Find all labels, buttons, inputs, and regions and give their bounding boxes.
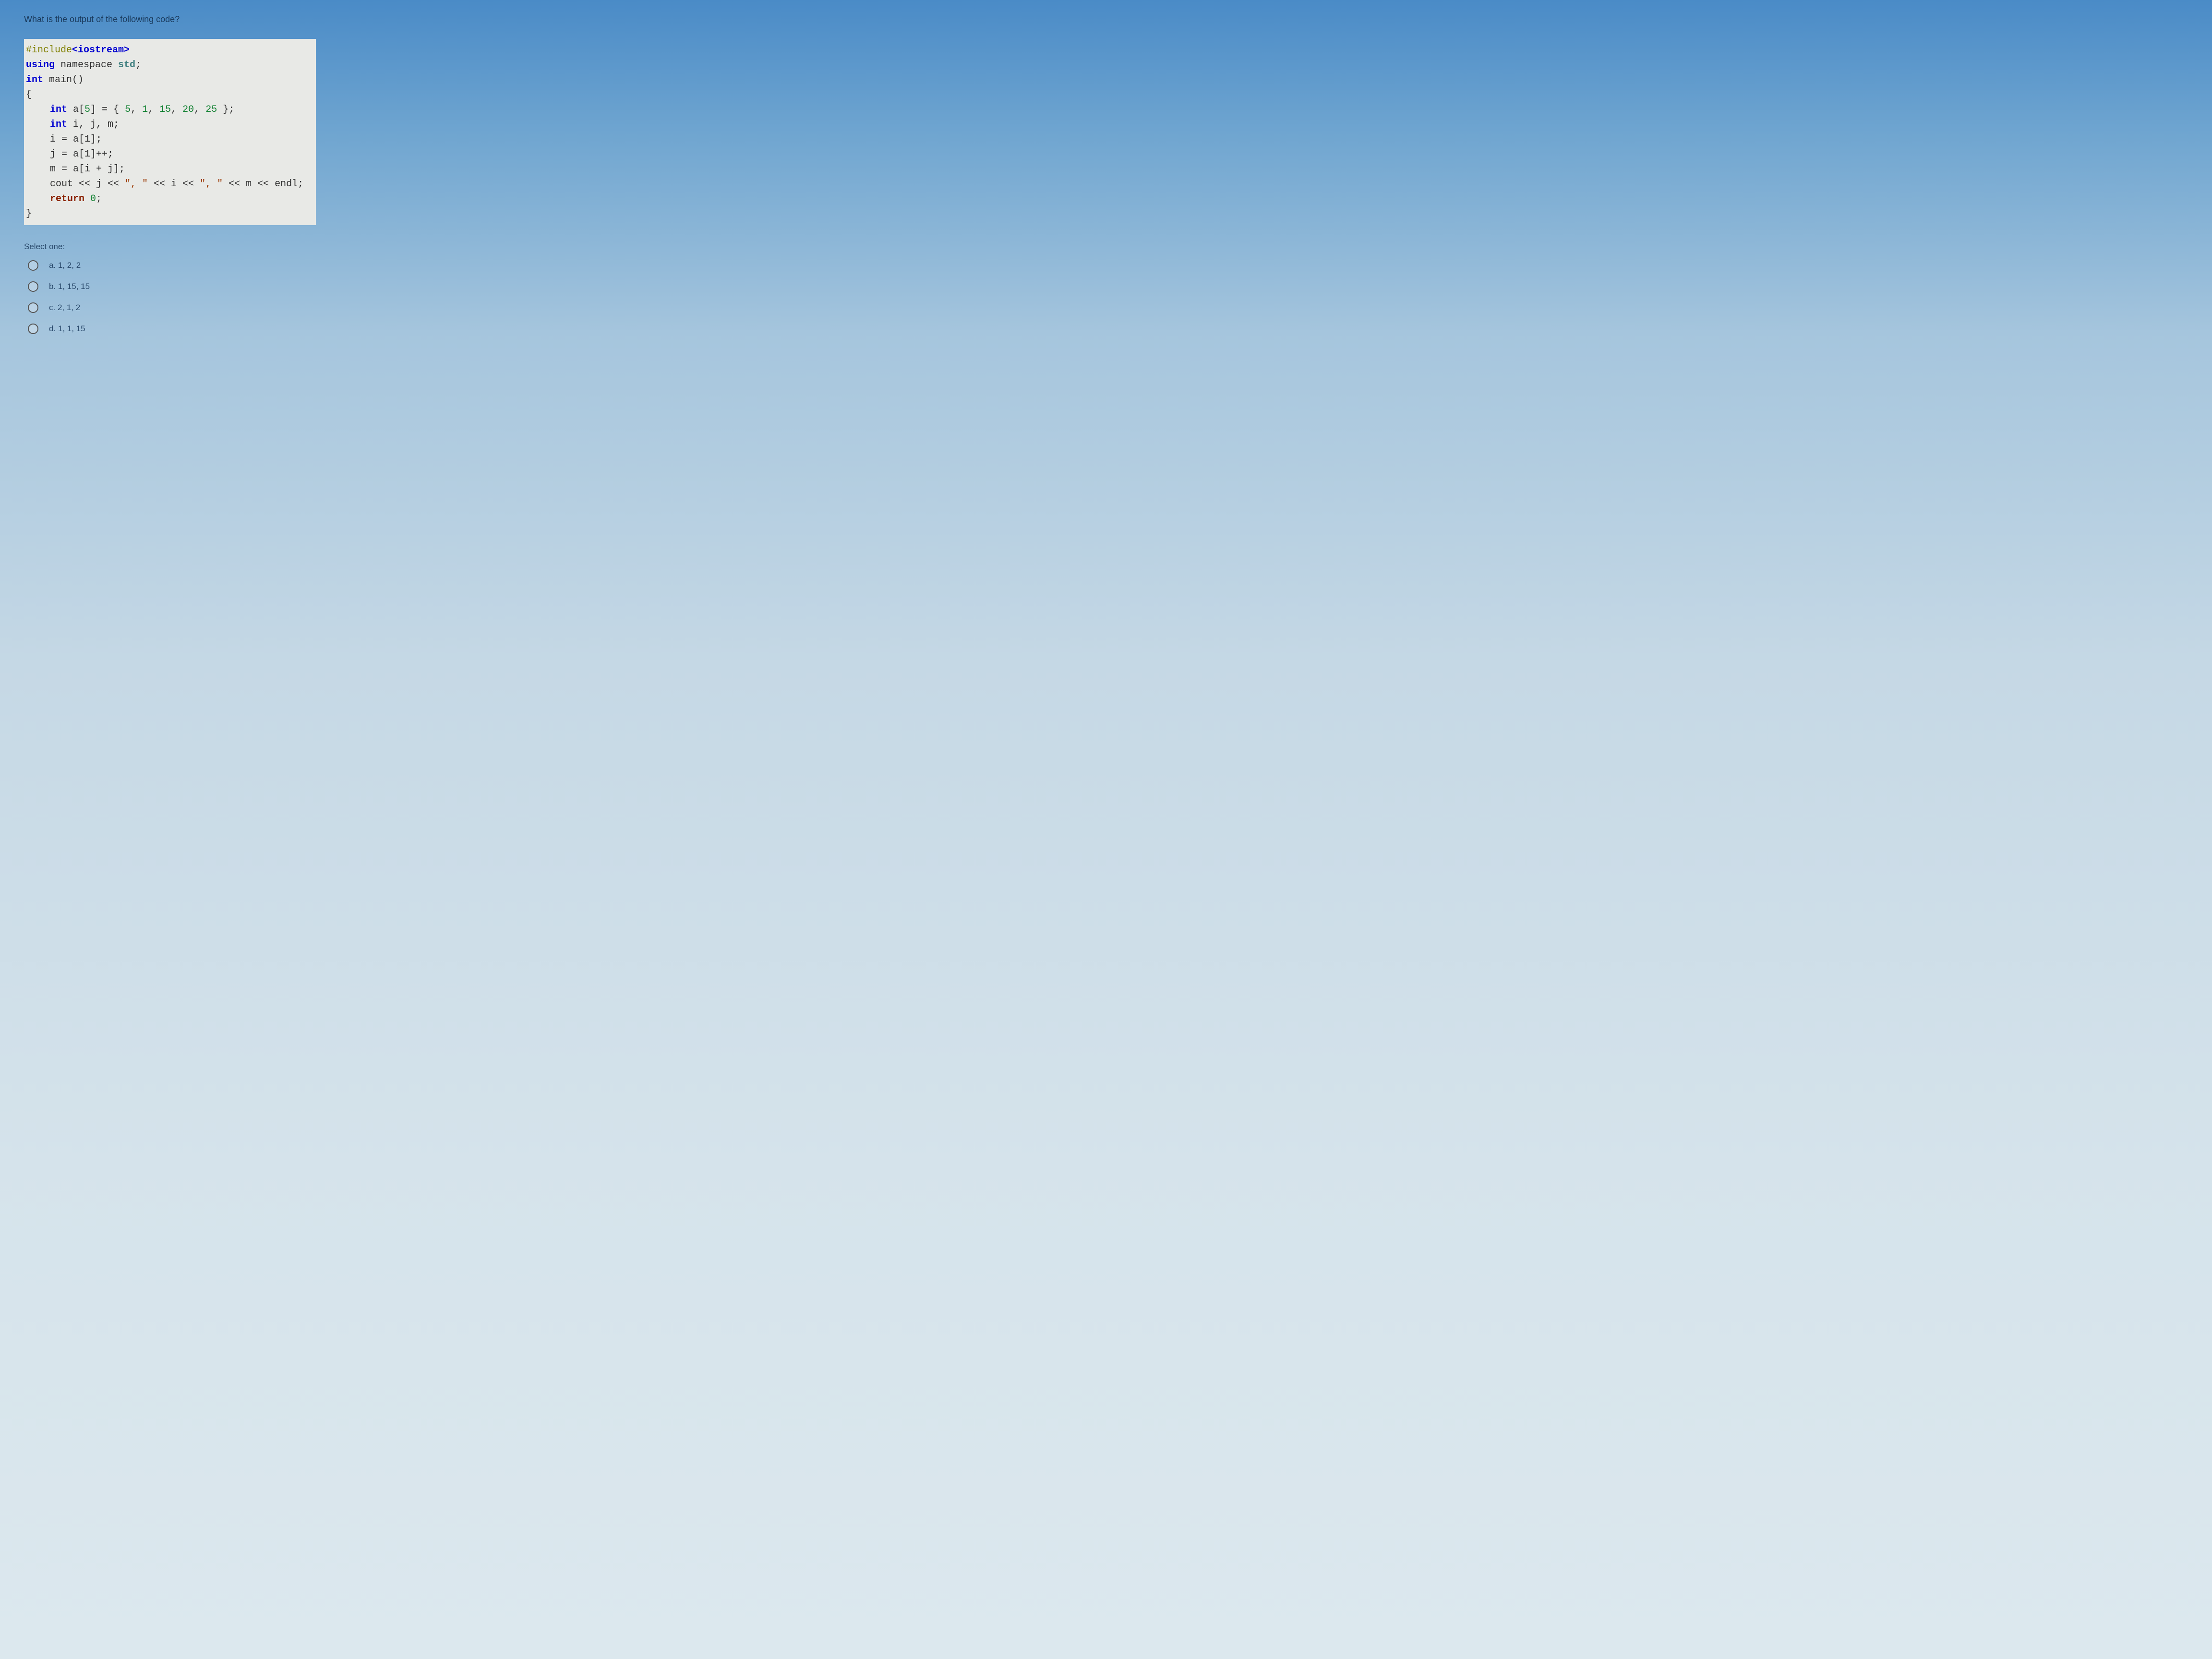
code-token: ;	[96, 193, 102, 204]
option-c[interactable]: c. 2, 1, 2	[28, 302, 552, 313]
code-token: ,	[131, 104, 142, 115]
code-token: ,	[194, 104, 205, 115]
option-a[interactable]: a. 1, 2, 2	[28, 260, 552, 271]
code-token: cout << j <<	[50, 179, 125, 190]
code-token: }	[26, 208, 32, 219]
code-token: using	[26, 60, 55, 71]
code-token: i = a[1];	[50, 134, 102, 145]
code-token	[84, 193, 90, 204]
code-token: j = a[1]++;	[50, 149, 113, 160]
code-token: return	[50, 193, 84, 204]
code-block: #include<iostream> using namespace std; …	[24, 39, 316, 225]
code-token: namespace	[55, 60, 118, 71]
code-token: int	[50, 104, 67, 115]
code-token: 5	[84, 104, 90, 115]
option-b[interactable]: b. 1, 15, 15	[28, 281, 552, 292]
radio-button[interactable]	[28, 302, 38, 313]
option-label: b. 1, 15, 15	[49, 282, 90, 291]
code-token: 5	[125, 104, 131, 115]
option-label: c. 2, 1, 2	[49, 303, 80, 313]
select-one-label: Select one:	[24, 242, 552, 252]
code-token: std	[118, 60, 135, 71]
option-d[interactable]: d. 1, 1, 15	[28, 324, 552, 334]
code-token: 15	[159, 104, 171, 115]
options-list: a. 1, 2, 2 b. 1, 15, 15 c. 2, 1, 2 d. 1,…	[24, 260, 552, 334]
code-token: ;	[135, 60, 141, 71]
code-token: 0	[90, 193, 96, 204]
code-token: << i <<	[148, 179, 200, 190]
code-token: };	[217, 104, 234, 115]
code-token: <iostream>	[72, 45, 130, 56]
radio-button[interactable]	[28, 260, 38, 271]
code-token: ,	[171, 104, 182, 115]
code-token: #include	[26, 45, 72, 56]
radio-button[interactable]	[28, 324, 38, 334]
code-token: a[	[67, 104, 84, 115]
radio-button[interactable]	[28, 281, 38, 292]
code-token: 25	[205, 104, 217, 115]
code-token: ] = {	[90, 104, 125, 115]
code-token: 1	[142, 104, 148, 115]
code-token: i, j, m;	[67, 119, 119, 130]
code-token: ,	[148, 104, 159, 115]
code-token: int	[50, 119, 67, 130]
question-container: What is the output of the following code…	[0, 0, 576, 349]
code-token: << m << endl;	[223, 179, 303, 190]
code-token: m = a[i + j];	[50, 164, 125, 175]
code-token: {	[26, 89, 32, 100]
code-token: ", "	[125, 179, 148, 190]
code-token: int	[26, 74, 43, 85]
code-token: 20	[182, 104, 194, 115]
code-token: main()	[43, 74, 84, 85]
question-text: What is the output of the following code…	[24, 14, 552, 24]
option-label: d. 1, 1, 15	[49, 324, 85, 334]
code-token: ", "	[200, 179, 223, 190]
option-label: a. 1, 2, 2	[49, 261, 81, 270]
